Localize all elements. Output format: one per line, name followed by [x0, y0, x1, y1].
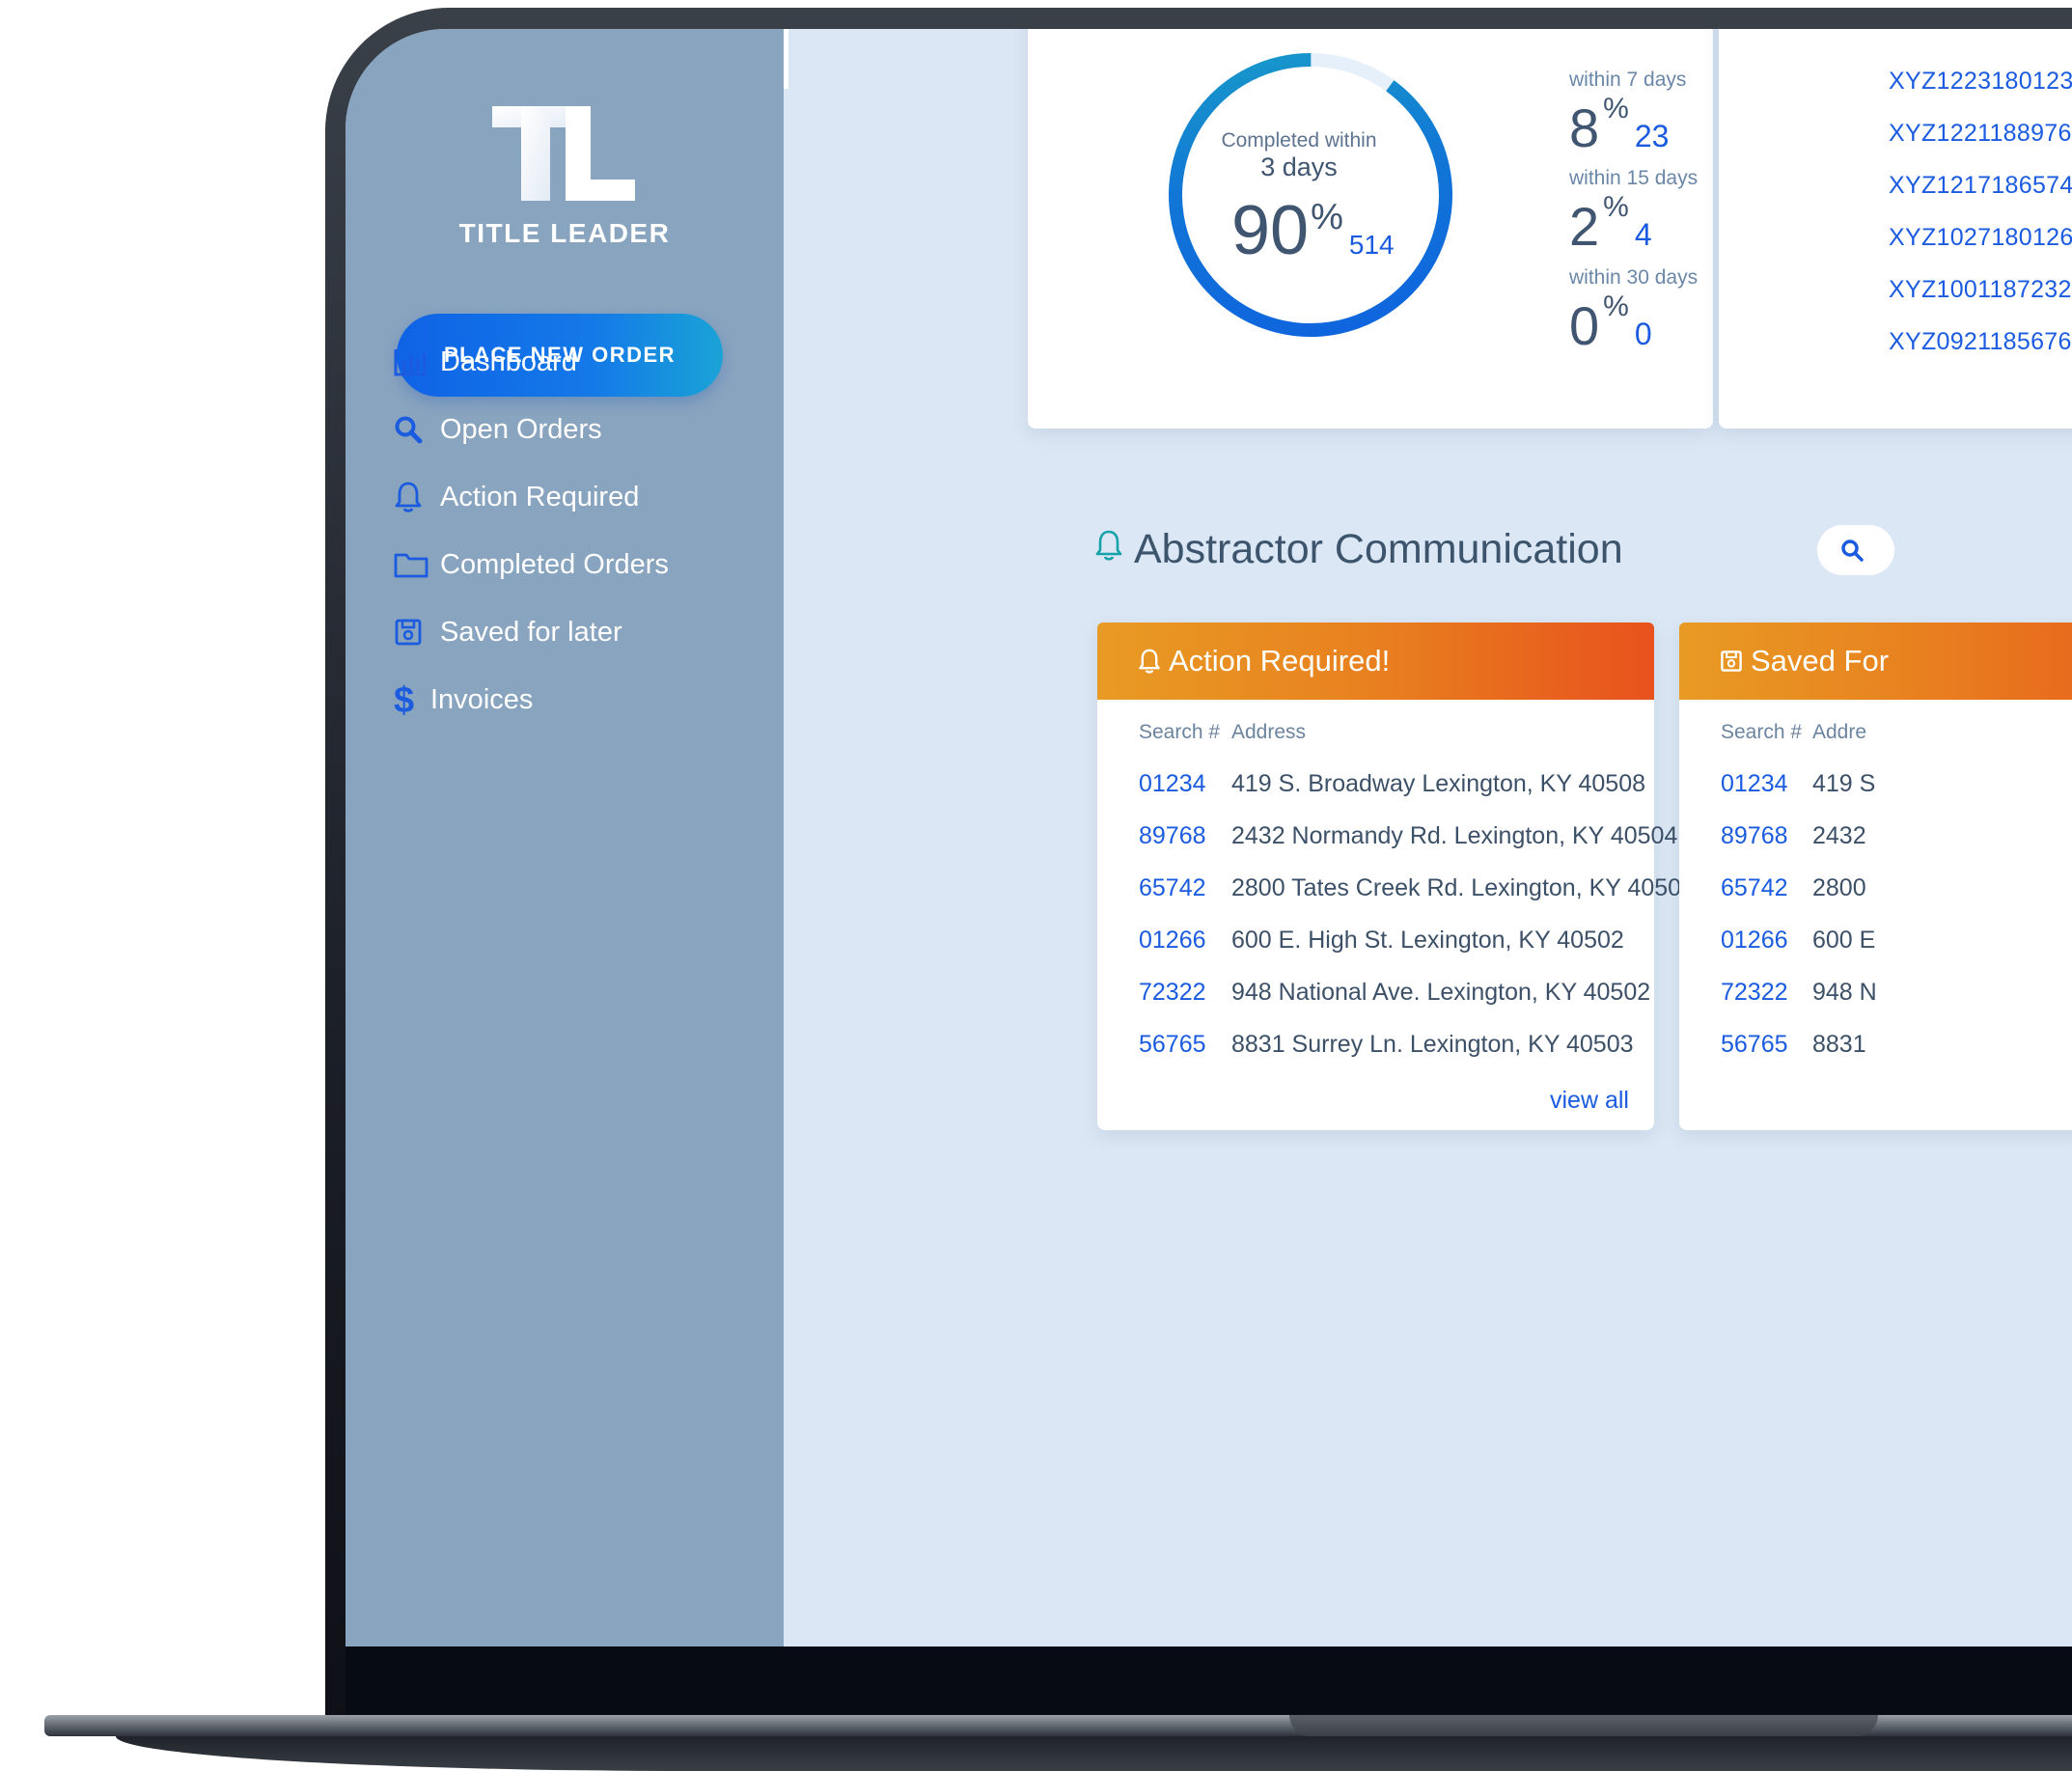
stat-label-7days: within 7 days — [1569, 69, 1687, 91]
stat-pct: 0 — [1569, 295, 1600, 356]
sidebar-item-label: Action Required — [440, 481, 640, 512]
search-field[interactable] — [1817, 525, 1894, 575]
row-address: 2432 — [1812, 822, 1866, 849]
search-number-link[interactable]: 89768 — [1139, 822, 1206, 850]
sidebar-item-label: Open Orders — [440, 413, 602, 445]
laptop-base-lip — [116, 1736, 2072, 1771]
saved-panel-header: Saved For — [1679, 623, 2072, 700]
panel-title: Action Required! — [1169, 644, 1391, 678]
folder-icon — [394, 545, 432, 584]
scroll-edge — [784, 29, 788, 89]
ring-caption-line2: 3 days — [1260, 152, 1338, 181]
order-id-link[interactable]: XYZ0921185676 — [1889, 328, 2072, 356]
ring-main-pct: 90 — [1231, 192, 1310, 269]
svg-text:$: $ — [394, 680, 414, 719]
search-number-link[interactable]: 01234 — [1139, 770, 1206, 798]
search-number-link[interactable]: 65742 — [1721, 874, 1788, 902]
row-address: 2800 Tates Creek Rd. Lexington, KY 40502 — [1231, 874, 1695, 901]
order-id-link[interactable]: XYZ1221188976 — [1889, 120, 2072, 148]
ring-caption-line1: Completed within — [1221, 129, 1377, 152]
sidebar-item-open-orders[interactable]: Open Orders — [394, 405, 602, 454]
screen-bottom-bezel — [345, 1646, 2072, 1714]
row-address: 419 S. Broadway Lexington, KY 40508 — [1231, 770, 1646, 797]
stat-value-7days: 8 %23 — [1569, 93, 1670, 159]
stat-count: 4 — [1634, 217, 1652, 252]
row-address: 2800 — [1812, 874, 1866, 901]
sidebar-item-completed-orders[interactable]: Completed Orders — [394, 540, 669, 589]
bell-icon — [1095, 530, 1122, 561]
row-address: 948 N — [1812, 979, 1877, 1006]
search-number-link[interactable]: 01266 — [1721, 927, 1788, 955]
order-id-link[interactable]: XYZ1027180126 — [1889, 224, 2072, 252]
ring-main-value: 90%514 — [1231, 191, 1395, 270]
row-address: 948 National Ave. Lexington, KY 40502 — [1231, 979, 1651, 1006]
view-all-link[interactable]: view all — [1550, 1087, 1629, 1115]
stat-pct-sign: % — [1603, 191, 1629, 223]
search-number-link[interactable]: 72322 — [1721, 979, 1788, 1007]
stat-pct-sign: % — [1603, 93, 1629, 125]
brand-name: TITLE LEADER — [458, 218, 671, 248]
laptop-notch — [1289, 1715, 1878, 1736]
row-address: 8831 Surrey Ln. Lexington, KY 40503 — [1231, 1031, 1634, 1058]
row-address: 600 E. High St. Lexington, KY 40502 — [1231, 927, 1624, 954]
row-address: 600 E — [1812, 927, 1876, 954]
title-leader-logo — [492, 106, 635, 201]
sidebar-item-label: Saved for later — [440, 616, 622, 648]
search-number-link[interactable]: 65742 — [1139, 874, 1206, 902]
sidebar-item-saved-for-later[interactable]: Saved for later — [394, 608, 622, 656]
save-icon — [1721, 650, 1742, 672]
stat-value-30days: 0 %0 — [1569, 291, 1652, 357]
section-title: Abstractor Communication — [1134, 526, 1623, 572]
save-icon — [394, 613, 432, 651]
stat-pct: 2 — [1569, 196, 1600, 257]
search-number-link[interactable]: 72322 — [1139, 979, 1206, 1007]
row-address: 8831 — [1812, 1031, 1866, 1058]
stat-label-30days: within 30 days — [1569, 266, 1699, 289]
sidebar-item-label: Dashboard — [440, 346, 577, 377]
order-id-link[interactable]: XYZ1217186574 — [1889, 172, 2072, 200]
search-number-link[interactable]: 01266 — [1139, 927, 1206, 955]
order-id-link[interactable]: XYZ1001187232 — [1889, 276, 2072, 304]
search-number-link[interactable]: 56765 — [1721, 1031, 1788, 1059]
stat-label-15days: within 15 days — [1569, 167, 1699, 189]
col-header-search: Search # — [1721, 721, 1803, 743]
ring-main-count: 514 — [1348, 230, 1395, 260]
stat-value-15days: 2 %4 — [1569, 191, 1652, 258]
stat-pct: 8 — [1569, 97, 1600, 158]
action-required-header: Action Required! — [1097, 623, 1654, 700]
search-number-link[interactable]: 01234 — [1721, 770, 1788, 798]
row-address: 419 S — [1812, 770, 1876, 797]
sidebar-item-dashboard[interactable]: Dashboard — [394, 338, 577, 386]
app-screen: TITLE LEADER PLACE NEW ORDER Dashboard O… — [345, 29, 2072, 1646]
sidebar-item-action-required[interactable]: Action Required — [394, 473, 639, 521]
sidebar-item-invoices[interactable]: $ Invoices — [394, 676, 533, 724]
col-header-search: Search # — [1139, 721, 1221, 743]
bar-chart-icon — [394, 343, 432, 381]
stat-pct-sign: % — [1603, 291, 1629, 322]
sidebar: TITLE LEADER PLACE NEW ORDER Dashboard O… — [345, 29, 784, 1646]
dollar-icon: $ — [394, 680, 423, 719]
col-header-address: Address — [1231, 721, 1307, 743]
search-icon — [1841, 540, 1864, 562]
panel-title: Saved For — [1751, 644, 1890, 678]
bell-icon — [394, 478, 432, 516]
ring-pct-sign: % — [1311, 197, 1343, 237]
bell-icon — [1139, 649, 1160, 674]
search-icon — [394, 410, 432, 449]
col-header-address: Addre — [1812, 721, 1867, 743]
sidebar-item-label: Completed Orders — [440, 548, 669, 580]
search-number-link[interactable]: 56765 — [1139, 1031, 1206, 1059]
stat-count: 0 — [1634, 317, 1652, 351]
row-address: 2432 Normandy Rd. Lexington, KY 40504 — [1231, 822, 1678, 849]
search-number-link[interactable]: 89768 — [1721, 822, 1788, 850]
stat-count: 23 — [1634, 119, 1670, 153]
sidebar-item-label: Invoices — [430, 683, 534, 715]
order-id-link[interactable]: XYZ1223180123 — [1889, 68, 2072, 96]
